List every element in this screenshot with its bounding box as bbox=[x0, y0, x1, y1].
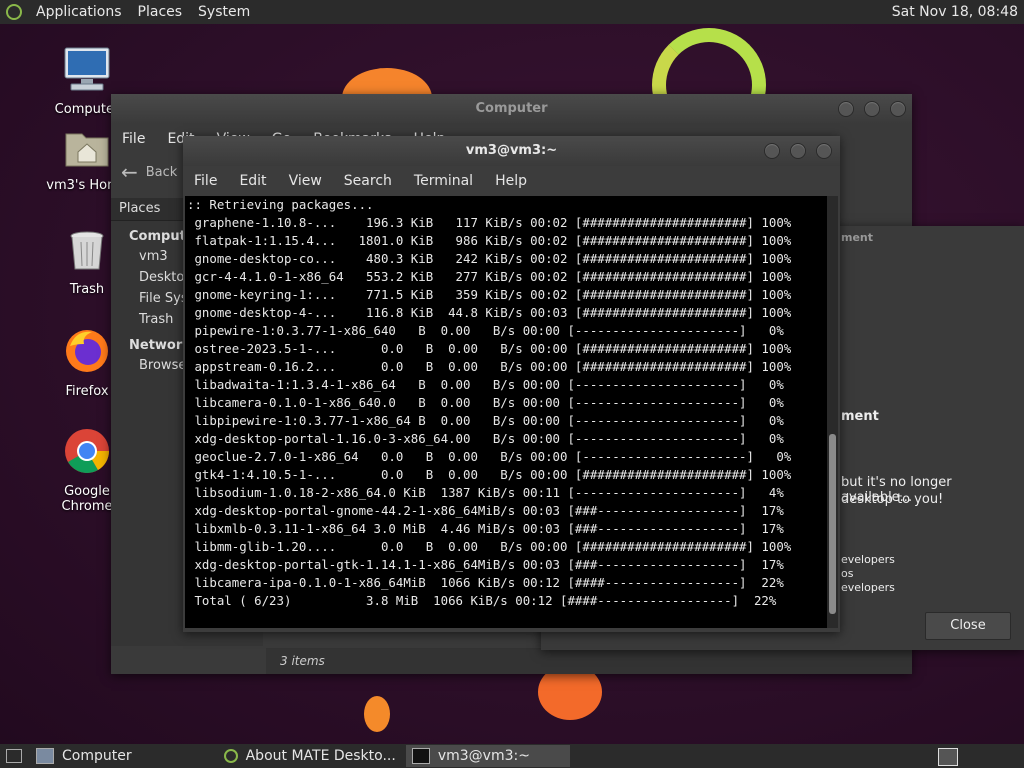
terminal-line: libpipewire-1:0.3.77-1-x86_64 B 0.00 B/s… bbox=[187, 413, 784, 428]
menu-search[interactable]: Search bbox=[333, 173, 403, 189]
terminal-window: vm3@vm3:~ File Edit View Search Terminal… bbox=[183, 136, 840, 632]
window-title: vm3@vm3:~ bbox=[465, 143, 558, 158]
terminal-line: appstream-0.16.2... 0.0 B 0.00 B/s 00:00… bbox=[187, 359, 792, 374]
terminal-line: Total ( 6/23) 3.8 MiB 1066 KiB/s 00:12 [… bbox=[187, 593, 777, 608]
about-subheading: ment bbox=[841, 409, 879, 424]
about-close-button[interactable]: Close bbox=[925, 612, 1011, 640]
task-label: Computer bbox=[62, 748, 132, 764]
terminal-line: libcamera-ipa-0.1.0-1-x86_64MiB 1066 KiB… bbox=[187, 575, 784, 590]
chrome-icon bbox=[65, 429, 109, 473]
maximize-button[interactable] bbox=[864, 101, 880, 117]
taskbar-item-computer[interactable]: Computer bbox=[30, 745, 138, 767]
minimize-button[interactable] bbox=[764, 143, 780, 159]
about-heading: ment bbox=[841, 231, 874, 244]
window-title: Computer bbox=[475, 101, 548, 116]
places-menu[interactable]: Places bbox=[130, 4, 191, 20]
file-manager-titlebar[interactable]: Computer bbox=[111, 94, 912, 124]
taskbar-item-about[interactable]: About MATE Deskto... bbox=[218, 745, 402, 767]
terminal-line: gnome-keyring-1:... 771.5 KiB 359 KiB/s … bbox=[187, 287, 792, 302]
taskbar-item-terminal[interactable]: vm3@vm3:~ bbox=[405, 745, 570, 767]
bottom-panel: Computer About MATE Deskto... vm3@vm3:~ bbox=[0, 744, 1024, 768]
about-text-line2: desktop to you! bbox=[841, 492, 944, 507]
close-button[interactable] bbox=[816, 143, 832, 159]
terminal-line: flatpak-1:1.15.4... 1801.0 KiB 986 KiB/s… bbox=[187, 233, 792, 248]
menu-edit[interactable]: Edit bbox=[228, 173, 277, 189]
terminal-output[interactable]: :: Retrieving packages... graphene-1.10.… bbox=[185, 196, 827, 628]
terminal-titlebar[interactable]: vm3@vm3:~ bbox=[183, 136, 840, 166]
close-button[interactable] bbox=[890, 101, 906, 117]
menu-terminal[interactable]: Terminal bbox=[403, 173, 484, 189]
terminal-line: gnome-desktop-4-... 116.8 KiB 44.8 KiB/s… bbox=[187, 305, 792, 320]
back-button[interactable]: Back bbox=[146, 165, 178, 180]
terminal-line: :: Retrieving packages... bbox=[187, 197, 374, 212]
terminal-line: gcr-4-4.1.0-1-x86_64 553.2 KiB 277 KiB/s… bbox=[187, 269, 792, 284]
terminal-line: libsodium-1.0.18-2-x86_64.0 KiB 1387 KiB… bbox=[187, 485, 784, 500]
about-credit-line: evelopers bbox=[841, 581, 895, 594]
terminal-line: pipewire-1:0.3.77-1-x86_640 B 0.00 B/s 0… bbox=[187, 323, 784, 338]
mate-logo-icon[interactable] bbox=[6, 4, 22, 20]
terminal-icon bbox=[411, 748, 430, 764]
workspace-switcher[interactable] bbox=[938, 748, 958, 766]
applications-menu[interactable]: Applications bbox=[28, 4, 130, 20]
minimize-button[interactable] bbox=[838, 101, 854, 117]
trash-icon bbox=[70, 231, 104, 270]
terminal-line: gnome-desktop-co... 480.3 KiB 242 KiB/s … bbox=[187, 251, 792, 266]
maximize-button[interactable] bbox=[790, 143, 806, 159]
wallpaper-small-blob bbox=[364, 696, 390, 732]
terminal-line: libadwaita-1:1.3.4-1-x86_64 B 0.00 B/s 0… bbox=[187, 377, 784, 392]
terminal-line: libxmlb-0.3.11-1-x86_64 3.0 MiB 4.46 MiB… bbox=[187, 521, 784, 536]
terminal-line: libmm-glib-1.20.... 0.0 B 0.00 B/s 00:00… bbox=[187, 539, 792, 554]
terminal-scrollbar[interactable] bbox=[827, 196, 838, 628]
about-credit-line: evelopers bbox=[841, 553, 895, 566]
terminal-line: geoclue-2.7.0-1-x86_64 0.0 B 0.00 B/s 00… bbox=[187, 449, 792, 464]
top-panel: Applications Places System Sat Nov 18, 0… bbox=[0, 0, 1024, 24]
terminal-line: xdg-desktop-portal-1.16.0-3-x86_64.00 B/… bbox=[187, 431, 784, 446]
terminal-menubar: File Edit View Search Terminal Help bbox=[183, 166, 840, 196]
folder-icon bbox=[36, 748, 54, 764]
home-folder-icon bbox=[65, 133, 109, 167]
terminal-line: xdg-desktop-portal-gnome-44.2-1-x86_64Mi… bbox=[187, 503, 784, 518]
terminal-line: libcamera-0.1.0-1-x86_640.0 B 0.00 B/s 0… bbox=[187, 395, 784, 410]
terminal-line: gtk4-1:4.10.5-1-... 0.0 B 0.00 B/s 00:00… bbox=[187, 467, 792, 482]
menu-help[interactable]: Help bbox=[484, 173, 538, 189]
computer-icon bbox=[64, 47, 110, 91]
about-credit-line: os bbox=[841, 567, 854, 580]
terminal-line: xdg-desktop-portal-gtk-1.14.1-1-x86_64Mi… bbox=[187, 557, 784, 572]
menu-view[interactable]: View bbox=[278, 173, 333, 189]
task-label: vm3@vm3:~ bbox=[437, 748, 530, 764]
menu-file[interactable]: File bbox=[111, 131, 156, 147]
firefox-icon bbox=[66, 330, 108, 372]
show-desktop-icon[interactable] bbox=[6, 749, 22, 763]
back-arrow-icon[interactable]: ← bbox=[121, 160, 138, 184]
terminal-line: graphene-1.10.8-... 196.3 KiB 117 KiB/s … bbox=[187, 215, 792, 230]
scrollbar-thumb[interactable] bbox=[829, 434, 836, 614]
task-label: About MATE Deskto... bbox=[245, 748, 396, 764]
mate-icon bbox=[223, 749, 238, 763]
clock[interactable]: Sat Nov 18, 08:48 bbox=[892, 4, 1018, 20]
terminal-line: ostree-2023.5-1-... 0.0 B 0.00 B/s 00:00… bbox=[187, 341, 792, 356]
status-bar: 3 items bbox=[266, 648, 912, 674]
system-menu[interactable]: System bbox=[190, 4, 258, 20]
menu-file[interactable]: File bbox=[183, 173, 228, 189]
